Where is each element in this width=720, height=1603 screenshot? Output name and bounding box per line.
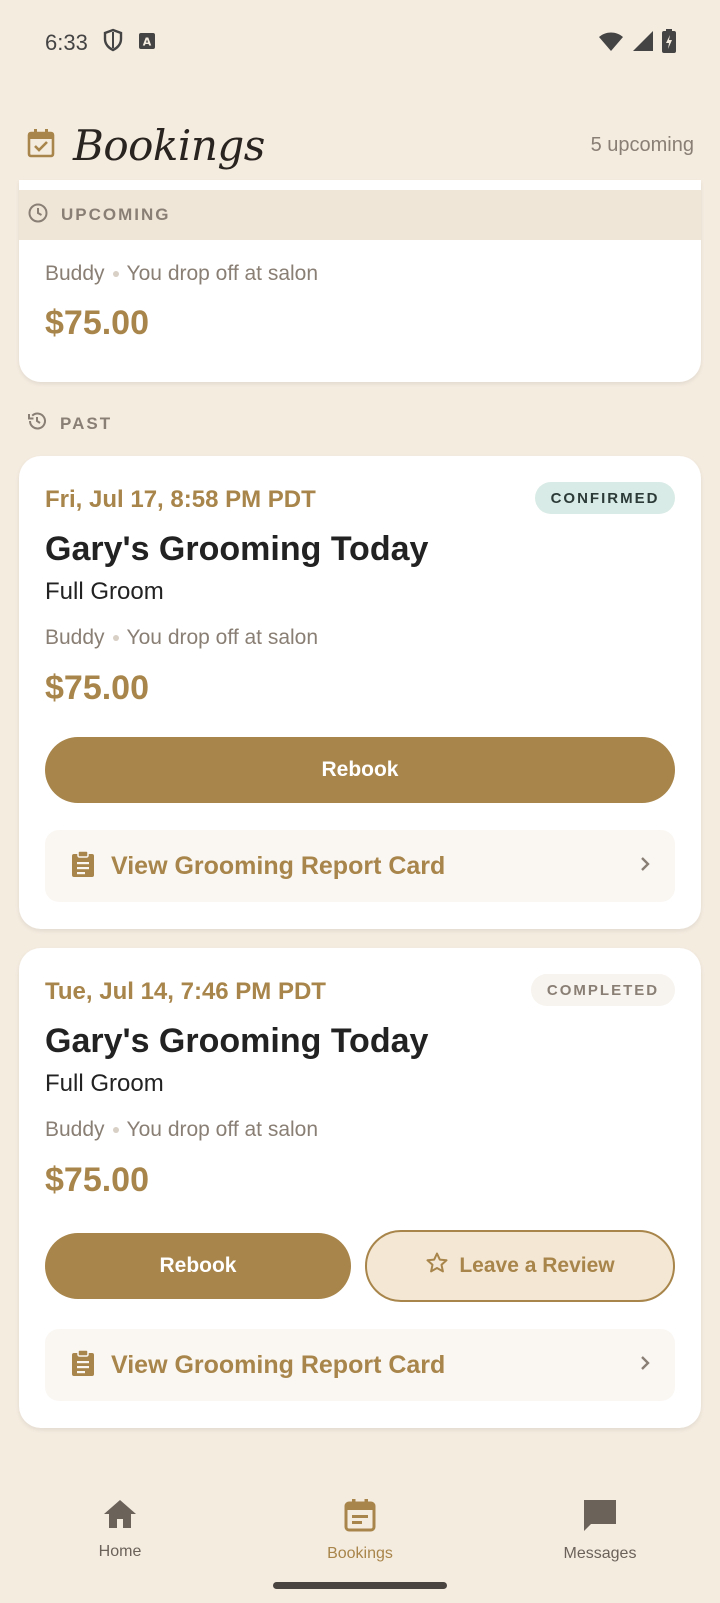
booking-date: Tue, Jul 14, 7:46 PM PDT — [45, 978, 326, 1005]
salon-name: Gary's Grooming Today — [45, 530, 429, 568]
status-badge: COMPLETED — [531, 974, 675, 1006]
status-bar: 6:33 A — [0, 0, 720, 86]
booking-card[interactable]: Tue, Jul 14, 7:46 PM PDT COMPLETED Gary'… — [19, 948, 701, 1428]
separator-dot — [112, 271, 119, 277]
clipboard-icon — [71, 849, 95, 883]
nav-item-home[interactable]: Home — [0, 1478, 240, 1603]
dropoff-method: You drop off at salon — [126, 262, 319, 285]
booking-service: Full Groom — [45, 1070, 164, 1097]
leave-review-label: Leave a Review — [459, 1254, 615, 1277]
booking-meta: Buddy You drop off at salon — [45, 1118, 318, 1142]
section-label: PAST — [60, 413, 113, 433]
leave-review-button[interactable]: Leave a Review — [365, 1230, 675, 1302]
dropoff-method: You drop off at salon — [126, 1118, 319, 1141]
clock-icon — [27, 202, 49, 229]
calendar-check-icon — [27, 128, 55, 163]
nav-item-messages[interactable]: Messages — [480, 1478, 720, 1603]
report-card-label: View Grooming Report Card — [111, 851, 446, 880]
report-card-label: View Grooming Report Card — [111, 1350, 446, 1379]
keyboard-notification-icon: A — [138, 30, 156, 56]
rebook-button[interactable]: Rebook — [45, 1233, 351, 1299]
booking-service: Full Groom — [45, 578, 164, 605]
clipboard-icon — [71, 1348, 95, 1382]
booking-price: $75.00 — [45, 669, 149, 707]
page-title: Bookings — [73, 120, 265, 170]
section-label: UPCOMING — [61, 205, 171, 224]
svg-text:A: A — [143, 36, 152, 49]
chevron-right-icon — [639, 1354, 651, 1377]
pet-name: Buddy — [45, 626, 105, 649]
chevron-right-icon — [639, 855, 651, 878]
battery-icon — [662, 28, 676, 58]
home-indicator[interactable] — [273, 1582, 447, 1589]
nav-label: Messages — [563, 1545, 637, 1562]
nav-label: Bookings — [327, 1545, 393, 1562]
signal-icon — [632, 30, 654, 57]
message-icon — [582, 1498, 618, 1537]
history-icon — [26, 410, 48, 437]
booking-card[interactable]: Fri, Jul 17, 8:58 PM PDT CONFIRMED Gary'… — [19, 456, 701, 929]
pet-name: Buddy — [45, 262, 105, 285]
app-header: Bookings 5 upcoming — [0, 100, 720, 190]
separator-dot — [112, 635, 119, 641]
rebook-button[interactable]: Rebook — [45, 737, 675, 803]
calendar-icon — [344, 1498, 376, 1537]
salon-name: Gary's Grooming Today — [45, 1022, 429, 1060]
star-icon — [425, 1251, 449, 1281]
section-header-upcoming: UPCOMING — [19, 190, 701, 240]
booking-price: $75.00 — [45, 1161, 149, 1199]
dropoff-method: You drop off at salon — [126, 626, 319, 649]
booking-date: Fri, Jul 17, 8:58 PM PDT — [45, 486, 316, 513]
pet-name: Buddy — [45, 1118, 105, 1141]
home-icon — [103, 1498, 137, 1535]
booking-price: $75.00 — [45, 304, 149, 342]
separator-dot — [112, 1127, 119, 1133]
nav-label: Home — [98, 1543, 142, 1560]
status-time: 6:33 — [45, 30, 88, 55]
view-report-card-button[interactable]: View Grooming Report Card — [45, 830, 675, 902]
upcoming-count: 5 upcoming — [590, 133, 694, 156]
shield-icon — [102, 28, 124, 58]
section-header-past: PAST — [26, 410, 112, 437]
booking-meta: Buddy You drop off at salon — [45, 626, 318, 650]
view-report-card-button[interactable]: View Grooming Report Card — [45, 1329, 675, 1401]
wifi-icon — [598, 30, 624, 57]
status-badge: CONFIRMED — [535, 482, 675, 514]
booking-meta: Buddy You drop off at salon — [45, 262, 318, 286]
